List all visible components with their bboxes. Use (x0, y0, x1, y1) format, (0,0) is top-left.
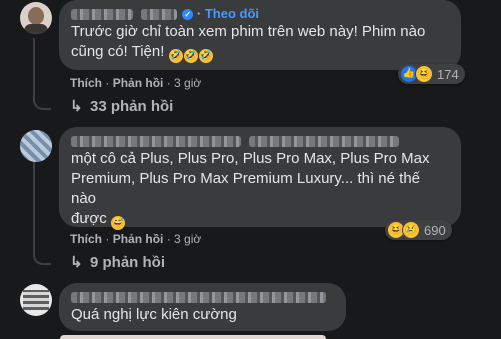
reply-action[interactable]: Phản hồi (113, 76, 164, 90)
sad-reaction-icon: 😢 (402, 221, 420, 239)
author-name-blurred[interactable] (71, 136, 241, 148)
timestamp[interactable]: 3 giờ (174, 76, 201, 90)
follow-button[interactable]: Theo dõi (205, 6, 259, 21)
author-name-blurred[interactable] (71, 9, 133, 21)
view-replies-label: 9 phản hồi (90, 254, 165, 271)
grin-sweat-emoji-icon: 😅 (110, 216, 125, 230)
rofl-emoji-icon: 🤣 (183, 49, 198, 63)
reaction-summary[interactable]: 👍 😆 174 (398, 64, 465, 84)
haha-reaction-icon: 😆 (415, 65, 433, 83)
next-comment-preview (60, 335, 326, 339)
avatar-body (24, 24, 48, 34)
separator-dot: · (166, 76, 171, 90)
reply-action[interactable]: Phản hồi (113, 232, 164, 246)
rofl-emoji-icon: 🤣 (168, 49, 183, 63)
comment-bubble: một cô cả Plus, Plus Pro, Plus Pro Max, … (59, 127, 461, 230)
reaction-count: 690 (424, 222, 446, 238)
reply-arrow-icon: ↳ (70, 98, 83, 115)
view-replies-link[interactable]: ↳ 9 phản hồi (70, 253, 165, 271)
comment-text-line: Quá nghị lực kiên cường (71, 306, 237, 323)
avatar[interactable] (20, 130, 52, 162)
avatar-face (28, 7, 44, 25)
reply-arrow-icon: ↳ (70, 254, 83, 271)
author-name-blurred[interactable] (140, 9, 177, 21)
thread-line (33, 155, 35, 253)
comment-text: Trước giờ chỉ toàn xem phim trên web này… (71, 22, 449, 63)
view-replies-link[interactable]: ↳ 33 phản hồi (70, 97, 173, 115)
comment-actions: Thích · Phản hồi · 3 giờ (70, 232, 201, 246)
comment-text: một cô cả Plus, Plus Pro, Plus Pro Max, … (71, 149, 449, 230)
like-action[interactable]: Thích (70, 232, 102, 246)
reply-elbow (33, 96, 51, 110)
comment-bubble: ✓ · Theo dõi Trước giờ chỉ toàn xem phim… (59, 0, 461, 70)
comment-author-row (71, 133, 449, 149)
reaction-summary[interactable]: 😆 😢 690 (385, 220, 452, 240)
comment-author-row: ✓ · Theo dõi (71, 6, 449, 22)
comment-text: Quá nghị lực kiên cường (71, 305, 334, 325)
author-name-blurred[interactable] (248, 136, 399, 148)
comment-bubble: Quá nghị lực kiên cường (59, 283, 346, 331)
separator-dot: · (166, 232, 171, 246)
rofl-emoji-icon: 🤣 (198, 49, 213, 63)
view-replies-label: 33 phản hồi (90, 98, 174, 115)
avatar-pattern (23, 290, 49, 310)
author-name-blurred[interactable] (71, 292, 326, 304)
comment-text-line: cũng có! Tiện! (71, 43, 165, 60)
timestamp[interactable]: 3 giờ (174, 232, 201, 246)
comment-text-line: được (71, 210, 107, 227)
separator-dot: · (105, 232, 110, 246)
comment-text-line: một cô cả Plus, Plus Pro, Plus Pro Max, … (71, 150, 430, 167)
avatar[interactable] (20, 284, 52, 316)
avatar-pattern (20, 130, 52, 162)
avatar[interactable] (20, 2, 52, 34)
separator-dot: · (196, 6, 202, 21)
thread-line (33, 38, 35, 98)
comment-text-line-wrap: cũng có! Tiện! 🤣 🤣 🤣 (71, 42, 449, 63)
comment-actions: Thích · Phản hồi · 3 giờ (70, 76, 201, 90)
comment-text-line: Premium, Plus Pro Max Premium Luxury... … (71, 170, 421, 207)
comment-text-line: Trước giờ chỉ toàn xem phim trên web này… (71, 23, 426, 40)
comment-author-row (71, 289, 334, 305)
verified-badge-icon: ✓ (182, 9, 194, 21)
reply-elbow (33, 251, 51, 265)
separator-dot: · (105, 76, 110, 90)
like-action[interactable]: Thích (70, 76, 102, 90)
reaction-count: 174 (437, 66, 459, 82)
